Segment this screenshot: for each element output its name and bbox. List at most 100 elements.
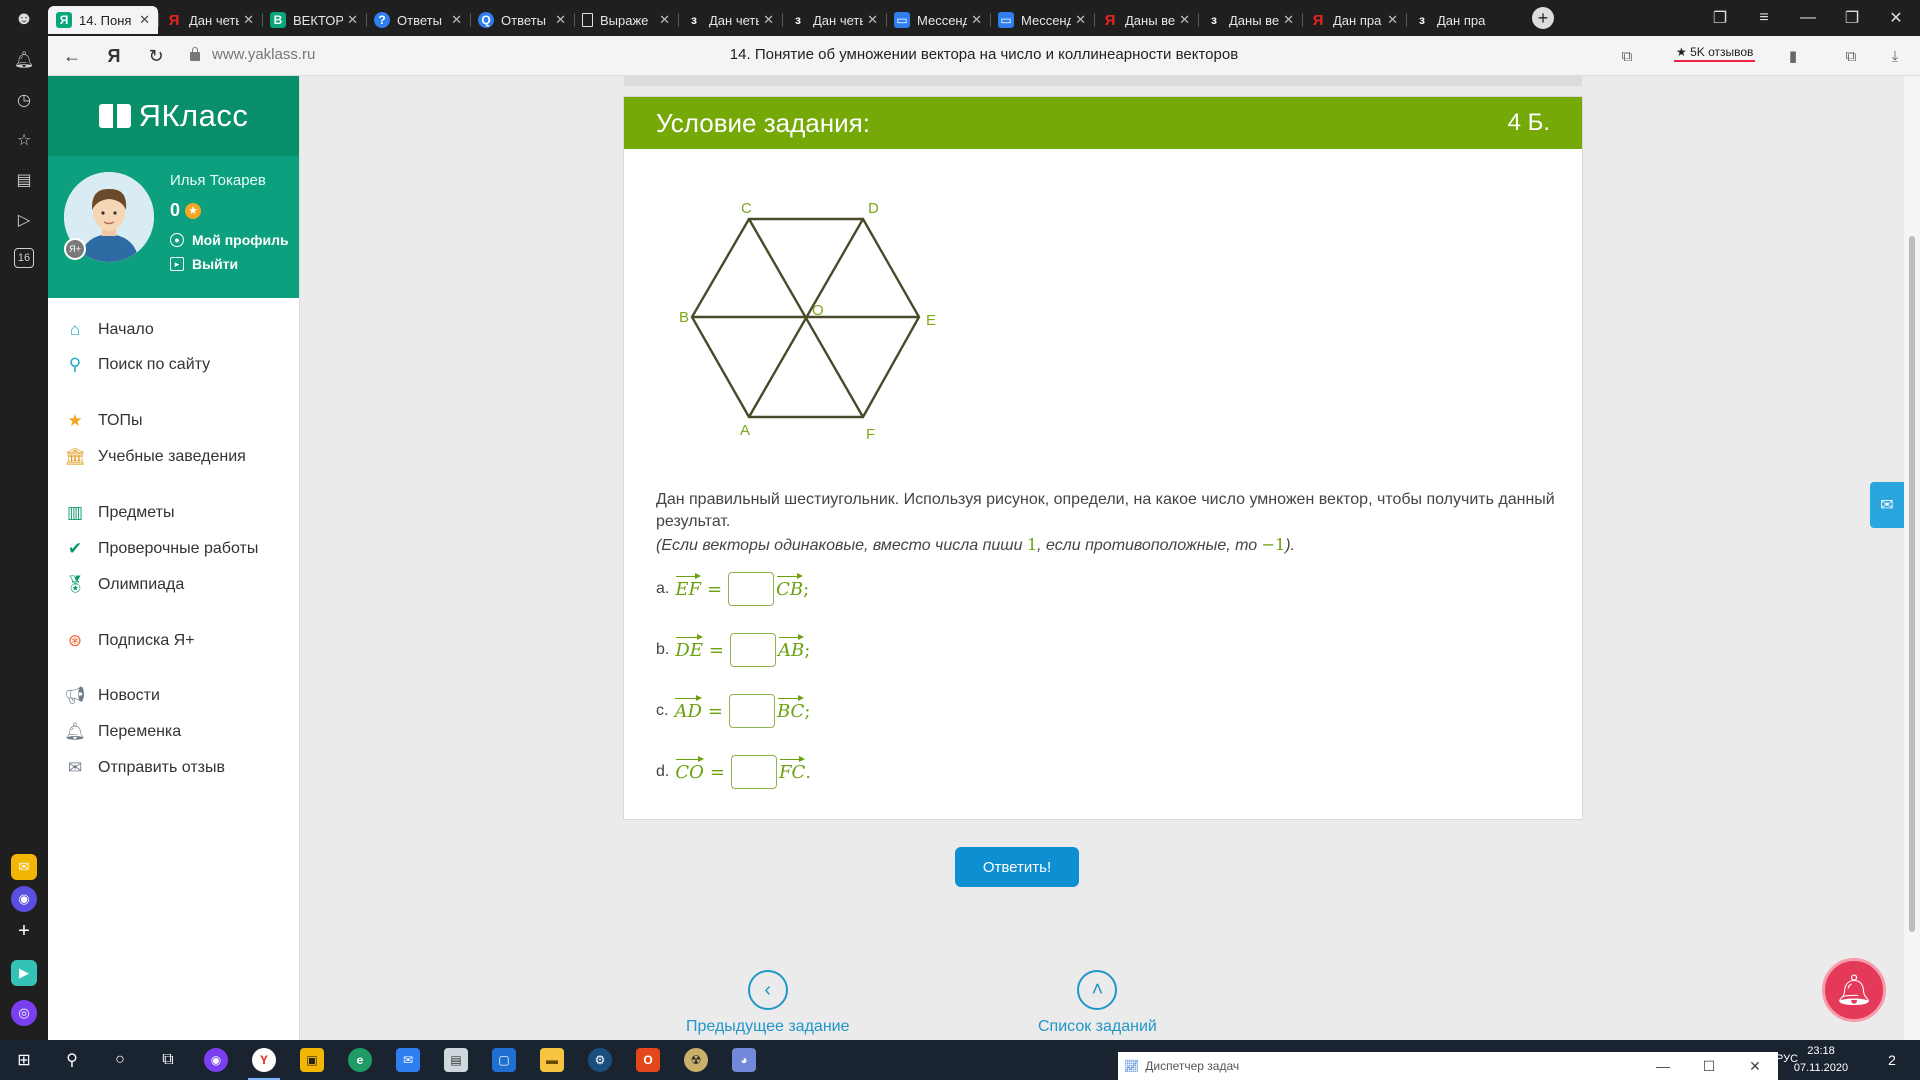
new-tab-button[interactable]: +	[1532, 7, 1554, 29]
close-tab-icon[interactable]: ✕	[1075, 12, 1086, 28]
close-window-icon[interactable]: ✕	[1874, 0, 1918, 36]
alice-taskbar-icon[interactable]: ◉	[192, 1040, 240, 1080]
close-tab-icon[interactable]: ✕	[1179, 12, 1190, 28]
sidebar-item-tops[interactable]: ★ ТОПы	[64, 407, 142, 435]
browser-tab[interactable]: ? Ответы ✕	[366, 6, 470, 34]
scroll-thumb[interactable]	[1909, 236, 1915, 932]
browser-tab[interactable]: Выраже ✕	[574, 6, 678, 34]
app-window-icon[interactable]: ▢	[480, 1040, 528, 1080]
maximize-icon[interactable]: ☐	[1686, 1052, 1732, 1080]
alice-app-icon[interactable]: ◉	[11, 886, 37, 912]
feedback-mail-button[interactable]: ✉	[1870, 482, 1904, 528]
task-manager-window[interactable]: 📈︎ Диспетчер задач — ☐ ✕	[1118, 1052, 1778, 1080]
close-tab-icon[interactable]: ✕	[867, 12, 878, 28]
reload-icon[interactable]: ↻	[138, 36, 174, 76]
browser-tab[interactable]: ▭ Мессенд ✕	[990, 6, 1094, 34]
task-list-link[interactable]: ˄ Список заданий	[1038, 970, 1157, 1036]
steam-icon[interactable]: ⚙	[576, 1040, 624, 1080]
office-icon[interactable]: O	[624, 1040, 672, 1080]
close-tab-icon[interactable]: ✕	[1387, 12, 1398, 28]
close-tab-icon[interactable]: ✕	[971, 12, 982, 28]
user-name[interactable]: Илья Токарев	[170, 172, 266, 189]
messenger-app-icon[interactable]: ▶	[11, 960, 37, 986]
file-explorer-icon[interactable]: ▬	[528, 1040, 576, 1080]
answer-input-a[interactable]	[728, 572, 775, 606]
favorites-star-icon[interactable]: ☆	[12, 128, 36, 152]
back-arrow-icon[interactable]: ←	[54, 36, 90, 76]
windows-start-icon[interactable]: ⊞	[0, 1040, 48, 1080]
close-tab-icon[interactable]: ✕	[451, 12, 462, 28]
my-profile-link[interactable]: ● Мой профиль	[170, 232, 289, 248]
tab-share-icon[interactable]: ⧉	[1610, 36, 1644, 76]
sidebar-item-home[interactable]: ⌂ Начало	[64, 316, 154, 344]
browser-tab[interactable]: ▭ Мессенд ✕	[886, 6, 990, 34]
action-center-icon[interactable]: 2	[1878, 1046, 1906, 1074]
alice-icon[interactable]: ◎	[11, 1000, 37, 1026]
page-scrollbar[interactable]	[1904, 76, 1920, 1040]
notification-bell-button[interactable]: 🔔︎	[1822, 958, 1886, 1022]
browser-tab[interactable]: Я Дан пра ✕	[1302, 6, 1406, 34]
submit-answer-button[interactable]: Ответить!	[955, 847, 1079, 887]
close-tab-icon[interactable]: ✕	[347, 12, 358, 28]
system-clock[interactable]: 23:18 07.11.2020	[1786, 1043, 1856, 1077]
sidebar-item-subscription[interactable]: ⊛ Подписка Я+	[64, 627, 195, 655]
yandex-home-icon[interactable]: Я	[96, 36, 132, 76]
reviews-badge[interactable]: ★ 5K отзывов	[1674, 43, 1756, 62]
browser-menu-icon[interactable]: ≡	[1742, 0, 1786, 36]
notifications-icon[interactable]: 🔔︎	[12, 48, 36, 72]
browser-tab[interactable]: ЯДан четы✕	[158, 6, 262, 34]
sidebar-item-tests[interactable]: ✔ Проверочные работы	[64, 535, 258, 563]
sidebar-item-news[interactable]: 📢︎ Новости	[64, 682, 160, 710]
download-icon[interactable]: ⤓	[1878, 36, 1912, 76]
bookmark-icon[interactable]: ▮	[1776, 36, 1810, 76]
browser-tab[interactable]: зДан четы✕	[678, 6, 782, 34]
radiation-app-icon[interactable]: ☢	[672, 1040, 720, 1080]
collections-icon[interactable]: ▤	[12, 168, 36, 192]
browser-tab[interactable]: Я 14. Поня ✕	[48, 6, 158, 34]
sidebar-item-schools[interactable]: 🏛︎ Учебные заведения	[64, 443, 246, 471]
calendar-icon[interactable]: 16	[14, 248, 34, 268]
mail-icon[interactable]: ✉	[384, 1040, 432, 1080]
sidebar-item-search[interactable]: ⚲ Поиск по сайту	[64, 351, 210, 379]
yandex-browser-taskbar-icon[interactable]: Y	[240, 1040, 288, 1080]
close-tab-icon[interactable]: ✕	[763, 12, 774, 28]
close-tab-icon[interactable]: ✕	[1283, 12, 1294, 28]
restore-window-icon[interactable]: ❐	[1830, 0, 1874, 36]
minimize-window-icon[interactable]: —	[1786, 0, 1830, 36]
browser-tab[interactable]: з Дан пра	[1406, 6, 1510, 34]
mail-app-icon[interactable]: ✉	[11, 854, 37, 880]
tabs-menu-icon[interactable]: ❐	[1698, 0, 1742, 36]
sidebar-item-break[interactable]: 🔔︎ Переменка	[64, 718, 181, 746]
add-app-icon[interactable]: +	[11, 918, 37, 944]
browser-tab[interactable]: Q Ответы ✕	[470, 6, 574, 34]
edge-icon[interactable]: e	[336, 1040, 384, 1080]
answer-input-c[interactable]	[728, 694, 775, 728]
close-tab-icon[interactable]: ✕	[555, 12, 566, 28]
sidebar-item-feedback[interactable]: ✉ Отправить отзыв	[64, 754, 225, 782]
browser-tab[interactable]: Я Даны ве ✕	[1094, 6, 1198, 34]
task-view-icon[interactable]: ⧉	[144, 1040, 192, 1080]
yaklass-logo[interactable]: ЯКласс	[48, 76, 299, 156]
close-tab-icon[interactable]: ✕	[659, 12, 670, 28]
previous-task-link[interactable]: ‹ Предыдущее задание	[686, 970, 849, 1036]
minimize-icon[interactable]: —	[1640, 1052, 1686, 1080]
url-field[interactable]: www.yaklass.ru	[190, 46, 315, 63]
sidebar-item-olympiad[interactable]: 🏅︎ Олимпиада	[64, 571, 184, 599]
answer-input-d[interactable]	[730, 755, 777, 789]
browser-tab[interactable]: зДан четы✕	[782, 6, 886, 34]
close-icon[interactable]: ✕	[1732, 1052, 1778, 1080]
logout-link[interactable]: ▸ Выйти	[170, 256, 238, 272]
browser-tab[interactable]: з Даны ве ✕	[1198, 6, 1302, 34]
history-icon[interactable]: ◷	[12, 88, 36, 112]
discord-icon[interactable]: ◕	[720, 1040, 768, 1080]
video-play-icon[interactable]: ▷	[12, 208, 36, 232]
sidebar-item-subjects[interactable]: ▥ Предметы	[64, 499, 175, 527]
search-icon[interactable]: ⚲	[48, 1040, 96, 1080]
answer-input-b[interactable]	[730, 633, 777, 667]
browser-profile-icon[interactable]: ☻	[0, 0, 48, 36]
close-tab-icon[interactable]: ✕	[139, 12, 150, 28]
cortana-icon[interactable]: ○	[96, 1040, 144, 1080]
store-icon[interactable]: ▣	[288, 1040, 336, 1080]
browser-tab[interactable]: B ВЕКТОР ✕	[262, 6, 366, 34]
close-tab-icon[interactable]: ✕	[243, 12, 254, 28]
